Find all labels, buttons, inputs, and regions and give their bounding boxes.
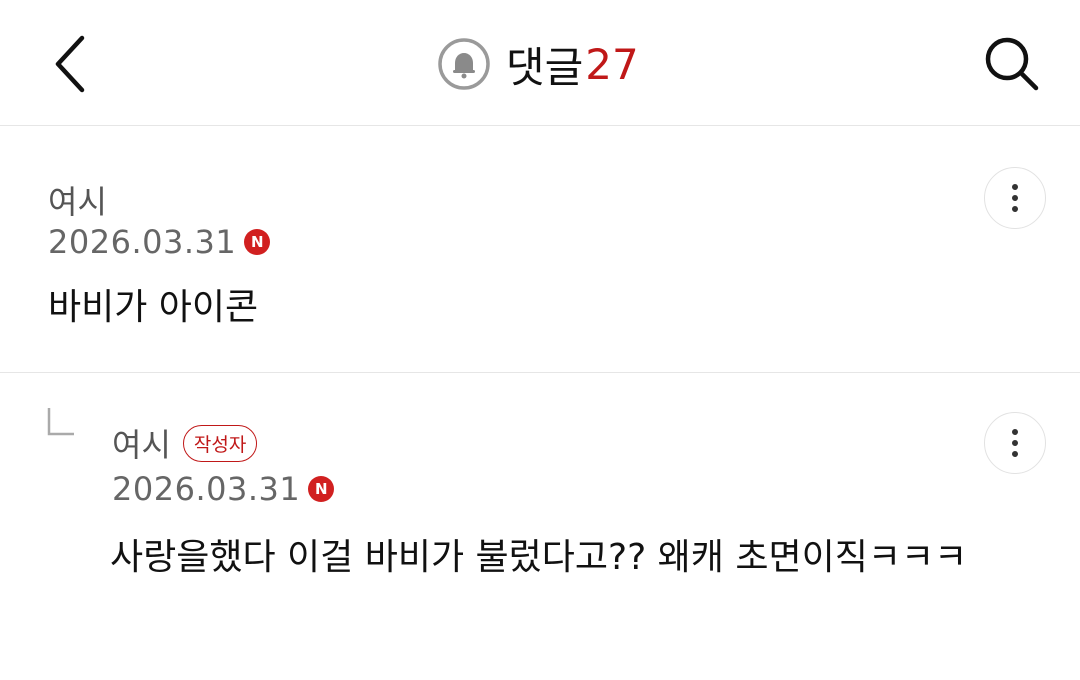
new-badge-icon: N (308, 476, 335, 502)
comment-date: 2026.03.31 (48, 223, 237, 261)
bell-icon (438, 38, 490, 90)
comment-author-row: 여시 작성자 (112, 420, 258, 466)
reply-comment-item: 여시 작성자 2026.03.31 N 사랑을했다 이걸 바비가 불렀다고?? … (0, 374, 1080, 680)
notification-bell-button[interactable] (436, 36, 492, 92)
comment-item: 여시 2026.03.31 N 바비가 아이콘 (0, 127, 1080, 373)
more-vertical-icon (1012, 184, 1018, 212)
search-icon (985, 37, 1039, 91)
comment-author[interactable]: 여시 (48, 177, 107, 223)
comment-more-button[interactable] (984, 167, 1046, 229)
comment-date: 2026.03.31 (112, 470, 301, 508)
more-vertical-icon (1012, 429, 1018, 457)
comment-meta: 2026.03.31 N (112, 470, 335, 508)
header-bar: 댓글 27 (0, 0, 1080, 126)
comment-more-button[interactable] (984, 412, 1046, 474)
comment-meta: 2026.03.31 N (48, 223, 271, 261)
header-title-group: 댓글 27 (436, 34, 639, 94)
comment-body: 바비가 아이콘 (48, 287, 259, 328)
comment-count: 27 (585, 39, 639, 89)
chevron-left-icon (55, 35, 85, 93)
page-title: 댓글 (506, 42, 584, 92)
author-badge: 작성자 (182, 424, 258, 462)
back-button[interactable] (40, 30, 100, 98)
reply-arrow-icon (47, 408, 74, 436)
new-badge-icon: N (244, 229, 271, 255)
comment-author[interactable]: 여시 (112, 420, 171, 466)
search-button[interactable] (980, 32, 1044, 96)
comment-body: 사랑을했다 이걸 바비가 불렀다고?? 왜캐 초면이직ㅋㅋㅋ (110, 537, 968, 578)
